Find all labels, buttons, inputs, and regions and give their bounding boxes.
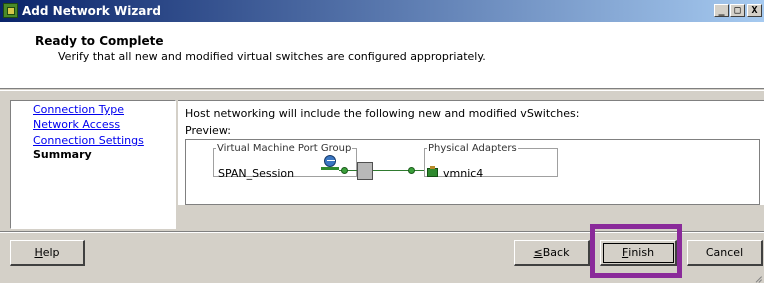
port-group-name: SPAN_Session [218, 167, 295, 180]
help-button-label: elp [42, 246, 60, 259]
resize-grip[interactable] [752, 270, 762, 283]
back-button[interactable]: ≤ Back [514, 240, 590, 266]
network-wizard-icon [3, 3, 18, 18]
help-button-mnemonic: H [34, 246, 43, 259]
connector-line-right [373, 170, 425, 171]
back-button-label: Back [542, 246, 570, 259]
header-divider [0, 90, 764, 91]
cancel-button[interactable]: Cancel [687, 240, 763, 266]
physical-adapters-legend: Physical Adapters [428, 143, 517, 154]
nav-step-network-access[interactable]: Network Access [33, 118, 120, 131]
window-controls: _ □ X [713, 4, 762, 17]
maximize-button[interactable]: □ [730, 4, 745, 17]
page-subtitle: Verify that all new and modified virtual… [58, 50, 486, 63]
port-group-legend: Virtual Machine Port Group [217, 143, 352, 154]
vswitch-preview: Virtual Machine Port Group SPAN_Session … [185, 139, 760, 205]
close-button[interactable]: X [747, 4, 762, 17]
page-title: Ready to Complete [35, 34, 164, 48]
preview-label: Preview: [185, 124, 231, 137]
summary-intro: Host networking will include the followi… [185, 107, 580, 120]
connector-dot-right [408, 167, 415, 174]
finish-button-label: inish [628, 246, 655, 259]
finish-button[interactable]: Finish [600, 240, 677, 266]
nic-icon [427, 166, 438, 177]
port-group-icon-base [321, 167, 339, 170]
wizard-steps-nav: Connection Type Network Access Connectio… [10, 100, 176, 229]
footer-divider-light [0, 232, 764, 233]
connector-dot-left [341, 167, 348, 174]
help-button[interactable]: Help [10, 240, 85, 266]
title-bar[interactable]: Add Network Wizard _ □ X [0, 0, 764, 22]
port-group-icon [324, 155, 336, 167]
content-footer-band [178, 205, 764, 229]
nav-step-connection-settings[interactable]: Connection Settings [33, 134, 144, 147]
back-button-mnemonic: ≤ [533, 246, 543, 259]
nav-step-summary: Summary [33, 148, 92, 161]
window-title: Add Network Wizard [22, 4, 161, 18]
vswitch-icon [357, 162, 373, 180]
wizard-header: Ready to Complete Verify that all new an… [0, 22, 764, 89]
physical-adapter-name: vmnic4 [443, 167, 484, 180]
summary-panel: Host networking will include the followi… [178, 100, 764, 229]
minimize-button[interactable]: _ [714, 4, 729, 17]
nav-step-connection-type[interactable]: Connection Type [33, 103, 124, 116]
physical-adapters-box: Physical Adapters vmnic4 [424, 143, 558, 180]
